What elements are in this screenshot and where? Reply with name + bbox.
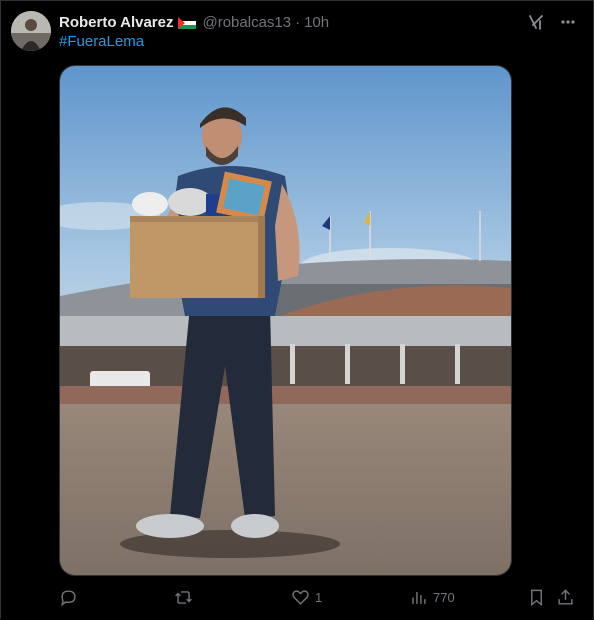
display-name[interactable]: Roberto Alvarez bbox=[59, 14, 173, 31]
palestine-flag-icon bbox=[178, 16, 197, 29]
more-options-icon[interactable] bbox=[557, 11, 579, 33]
views-button[interactable]: 770 bbox=[409, 584, 455, 610]
avatar[interactable] bbox=[11, 11, 51, 51]
tweet-actions: 1 770 bbox=[59, 584, 577, 610]
grok-icon[interactable] bbox=[525, 11, 547, 33]
tweet-card: Roberto Alvarez @robalcas13 · 10h #Fuera… bbox=[0, 0, 594, 619]
retweet-button[interactable] bbox=[174, 584, 198, 610]
timestamp[interactable]: 10h bbox=[304, 14, 329, 31]
tweet-header: Roberto Alvarez @robalcas13 · 10h bbox=[59, 11, 579, 33]
share-icon bbox=[558, 588, 573, 605]
views-chart-icon bbox=[412, 591, 426, 604]
tweet-image[interactable] bbox=[59, 65, 512, 576]
hashtag-link[interactable]: #FueraLema bbox=[59, 33, 144, 50]
bookmark-icon bbox=[531, 589, 542, 606]
retweet-icon bbox=[175, 590, 192, 604]
views-count: 770 bbox=[433, 589, 455, 605]
user-handle[interactable]: @robalcas13 bbox=[202, 14, 291, 31]
reply-button[interactable] bbox=[59, 584, 83, 610]
bookmark-button[interactable] bbox=[527, 584, 546, 610]
like-button[interactable]: 1 bbox=[291, 584, 322, 610]
separator-dot: · bbox=[295, 13, 301, 31]
share-button[interactable] bbox=[556, 584, 575, 610]
heart-icon bbox=[292, 589, 309, 605]
reply-icon bbox=[61, 589, 76, 606]
like-count: 1 bbox=[315, 589, 323, 605]
photo-man-carrying-box-stadium-icon bbox=[60, 66, 511, 575]
